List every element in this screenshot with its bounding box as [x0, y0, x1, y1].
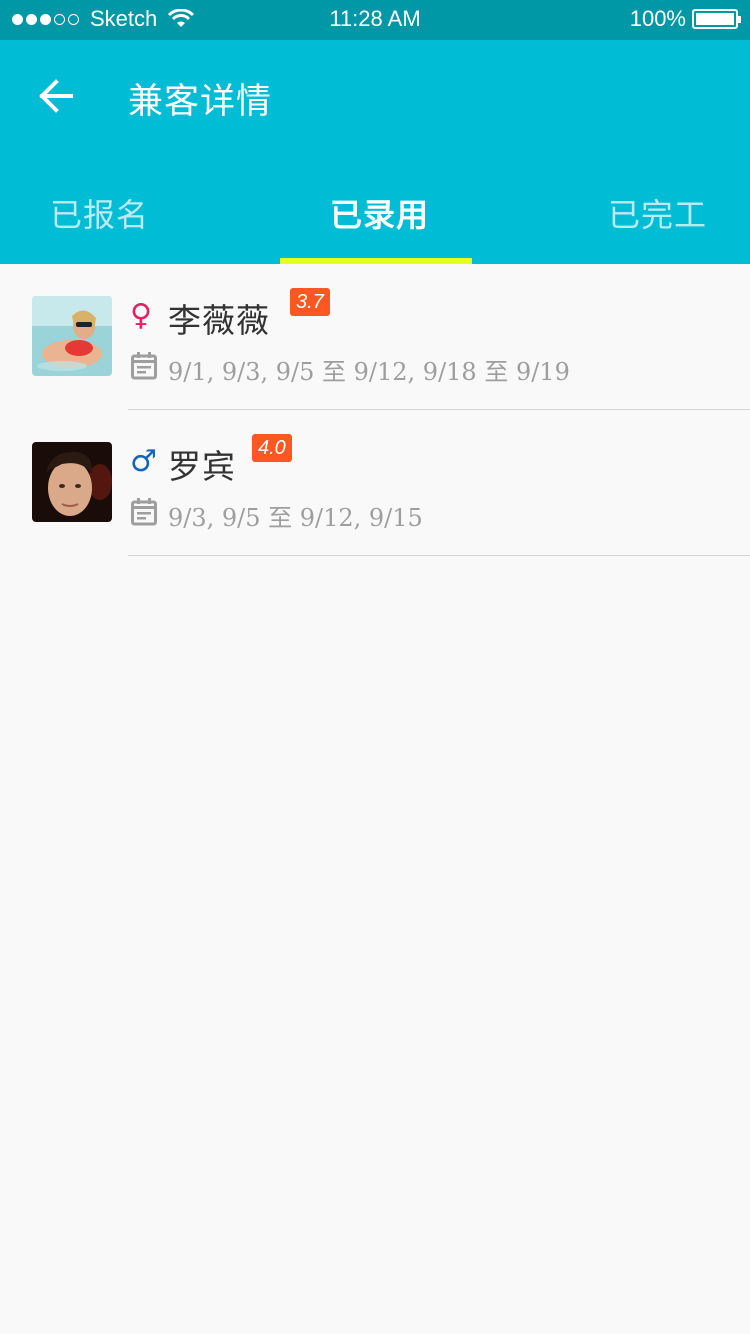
divider — [128, 555, 750, 556]
female-avatar-photo — [32, 296, 112, 376]
page-title: 兼客详情 — [128, 82, 273, 122]
work-dates: 9/1, 9/3, 9/5 至 9/12, 9/18 至 9/19 — [168, 358, 570, 386]
rating-badge: 4.0 — [252, 434, 292, 462]
tab-hired[interactable]: 已录用 — [330, 190, 429, 236]
tab-bar: 已报名 已录用 已完工 — [0, 168, 750, 264]
worker-name: 罗宾 — [168, 447, 236, 486]
female-icon: ♀ — [130, 298, 152, 333]
back-arrow-icon[interactable] — [36, 76, 76, 116]
list-item[interactable]: ♂ 罗宾 4.0 9/3, 9/5 至 9/12, 9/15 — [0, 410, 750, 556]
battery-icon — [692, 9, 741, 29]
avatar — [32, 296, 112, 376]
status-bar: Sketch 11:28 AM 100% — [0, 0, 750, 40]
avatar — [32, 442, 112, 522]
work-dates: 9/3, 9/5 至 9/12, 9/15 — [168, 504, 423, 532]
tab-registered[interactable]: 已报名 — [50, 190, 149, 236]
status-right: 100% — [629, 6, 741, 32]
battery-percent: 100% — [629, 6, 686, 31]
calendar-icon — [131, 498, 157, 526]
app-bar: 兼客详情 已报名 已录用 已完工 — [0, 40, 750, 264]
worker-name: 李薇薇 — [168, 301, 270, 340]
tab-completed[interactable]: 已完工 — [608, 190, 707, 236]
male-icon: ♂ — [130, 444, 157, 479]
list-item[interactable]: ♀ 李薇薇 3.7 9/1, 9/3, 9/5 至 9/12, 9/18 至 9… — [0, 264, 750, 410]
male-avatar-photo — [32, 442, 112, 522]
calendar-icon — [131, 352, 157, 380]
rating-badge: 3.7 — [290, 288, 330, 316]
